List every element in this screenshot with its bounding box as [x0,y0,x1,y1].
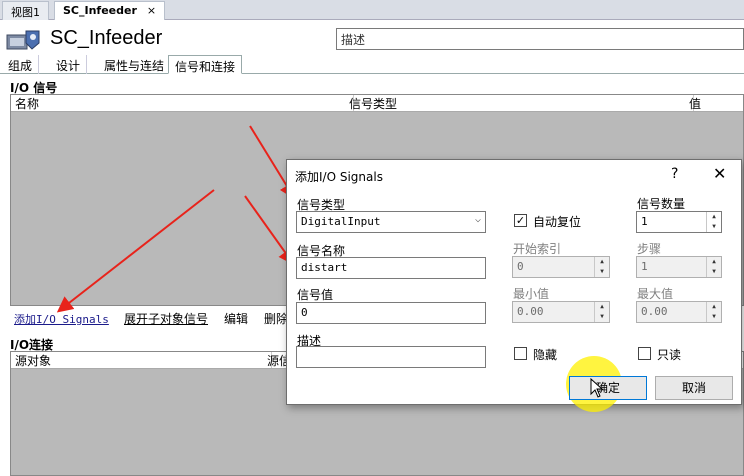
signal-name-input[interactable]: distart [296,257,486,279]
readonly-checkbox[interactable] [638,347,651,360]
page-title: SC_Infeeder [50,27,163,49]
step-value: 1 [641,260,648,273]
signal-count-label: 信号数量 [637,197,686,211]
step-label: 步骤 [637,242,662,256]
spinner-arrows-icon[interactable]: ▲ ▼ [706,302,721,322]
tab-label: 视图1 [11,6,40,19]
tab-sc-infeeder[interactable]: SC_Infeeder × [54,1,166,20]
readonly-label: 只读 [657,348,682,362]
tab-signals-connections[interactable]: 信号和连接 [168,55,243,74]
hidden-label: 隐藏 [533,348,558,362]
auto-reset-label: 自动复位 [533,215,582,229]
tab-composition[interactable]: 组成 [2,55,40,74]
mouse-pointer-icon [590,378,604,398]
spinner-arrows-icon[interactable]: ▲ ▼ [706,212,721,232]
max-value-input[interactable]: 0.00 ▲ ▼ [636,301,722,323]
cancel-button[interactable]: 取消 [655,376,733,400]
spinner-arrows-icon[interactable]: ▲ ▼ [706,257,721,277]
tab-properties[interactable]: 属性与连结 [98,55,172,74]
signal-type-value: DigitalInput [301,215,381,228]
hidden-checkbox[interactable] [514,347,527,360]
help-icon[interactable]: ? [671,166,678,182]
auto-reset-checkbox[interactable]: ✓ [514,214,527,227]
edit-link[interactable]: 编辑 [224,310,248,327]
spinner-arrows-icon[interactable]: ▲ ▼ [594,302,609,322]
checkmark-icon: ✓ [515,214,526,227]
add-io-signals-link[interactable]: 添加I/O Signals [14,311,109,327]
close-icon[interactable]: × [147,4,156,17]
spinner-arrows-icon[interactable]: ▲ ▼ [594,257,609,277]
min-value: 0.00 [517,305,544,318]
signal-count-value: 1 [641,215,648,228]
tab-label: SC_Infeeder [63,4,137,17]
ok-button[interactable]: 确定 [569,376,647,400]
signal-value-input[interactable]: 0 [296,302,486,324]
chevron-down-icon: ⌵ [474,214,481,225]
tab-view1[interactable]: 视图1 [2,1,49,20]
column-header-source-object[interactable]: 源对象 [11,352,272,368]
min-value-label: 最小值 [513,287,550,301]
step-input[interactable]: 1 ▲ ▼ [636,256,722,278]
start-index-value: 0 [517,260,524,273]
close-icon[interactable]: ✕ [713,164,726,183]
description-field[interactable]: 描述 [336,28,744,50]
smart-component-icon [6,30,40,50]
io-signals-header: 名称 信号类型 值 [11,95,743,112]
max-value-label: 最大值 [637,287,674,301]
min-value-input[interactable]: 0.00 ▲ ▼ [512,301,610,323]
tab-design[interactable]: 设计 [50,55,88,74]
max-value: 0.00 [641,305,668,318]
start-index-input[interactable]: 0 ▲ ▼ [512,256,610,278]
add-io-signals-dialog: 添加I/O Signals ? ✕ 信号类型 DigitalInput ⌵ 信号… [286,159,742,405]
signal-value-label: 信号值 [297,288,334,302]
sub-tab-bar: 组成 设计 属性与连结 信号和连接 [0,55,744,74]
start-index-label: 开始索引 [513,242,562,256]
delete-link[interactable]: 删除 [264,310,288,327]
expand-child-signals-link[interactable]: 展开子对象信号 [124,310,208,327]
signal-count-input[interactable]: 1 ▲ ▼ [636,211,722,233]
document-tab-bar: 视图1 SC_Infeeder × [0,0,744,20]
signal-type-select[interactable]: DigitalInput ⌵ [296,211,486,233]
column-header-name[interactable]: 名称 [11,95,354,111]
dialog-title: 添加I/O Signals [295,170,383,184]
column-header-type[interactable]: 信号类型 [345,95,694,111]
description-input[interactable] [296,346,486,368]
column-header-value[interactable]: 值 [685,95,744,111]
